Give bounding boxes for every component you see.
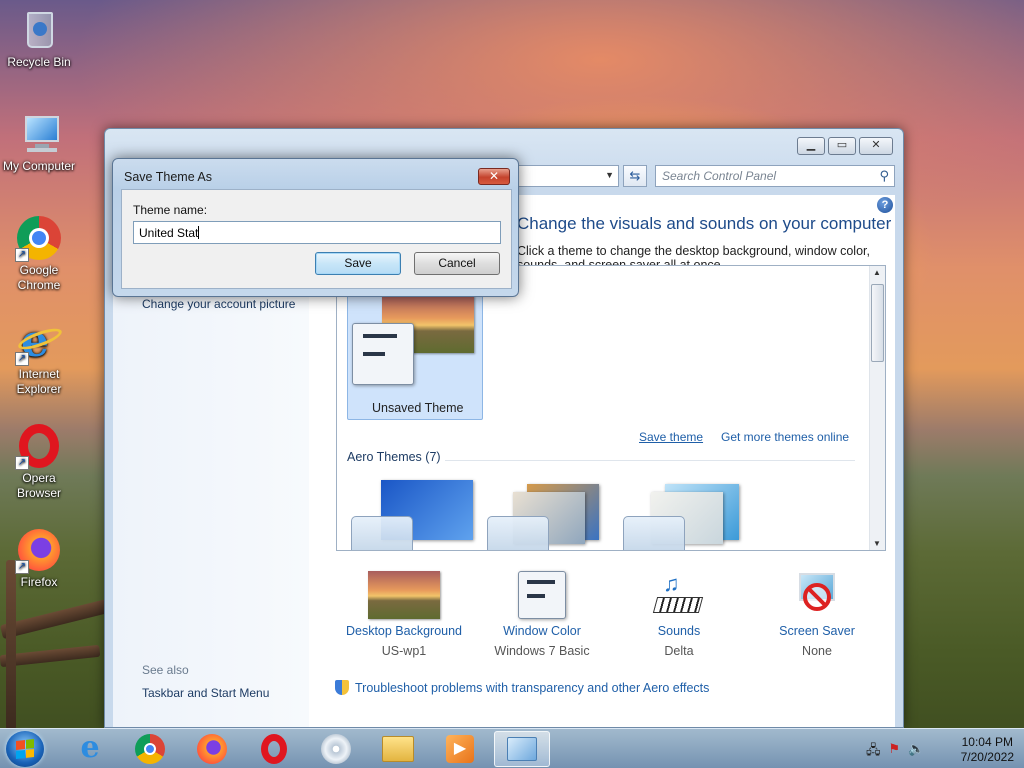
group-divider bbox=[445, 460, 855, 461]
theme-name-label: Theme name: bbox=[133, 203, 208, 217]
taskbar-media-center[interactable] bbox=[308, 731, 364, 767]
sounds-setting[interactable]: ♫ Sounds Delta bbox=[609, 571, 749, 658]
taskbar-media-player[interactable]: ▶ bbox=[432, 731, 488, 767]
opera-icon: ↗ bbox=[15, 424, 61, 470]
left-link-taskbar-start-menu[interactable]: Taskbar and Start Menu bbox=[142, 686, 269, 700]
close-icon: ✕ bbox=[488, 169, 500, 183]
taskbar-chrome[interactable] bbox=[122, 731, 178, 767]
clock[interactable]: 10:04 PM 7/20/2022 bbox=[961, 735, 1014, 765]
scroll-up-icon[interactable]: ▲ bbox=[873, 268, 881, 277]
taskbar-ie[interactable]: e bbox=[62, 731, 118, 767]
ie-icon: e ↗ bbox=[15, 320, 65, 366]
left-link-change-account-picture[interactable]: Change your account picture bbox=[142, 297, 295, 311]
system-tray: 🖧 ⚑ 🔈 bbox=[866, 741, 924, 763]
save-theme-link[interactable]: Save theme bbox=[639, 430, 703, 444]
computer-icon bbox=[17, 112, 61, 156]
window-glass-thumbnail bbox=[351, 516, 413, 550]
theme-name-input[interactable]: United Stat bbox=[133, 221, 501, 244]
fence-decoration bbox=[0, 598, 111, 640]
desktop-background-setting[interactable]: Desktop Background US-wp1 bbox=[334, 571, 474, 658]
taskbar-explorer[interactable] bbox=[370, 731, 426, 767]
theme-tile-characters[interactable] bbox=[623, 480, 753, 550]
desktop-icon-my-computer[interactable]: My Computer bbox=[0, 112, 78, 174]
chevron-down-icon[interactable]: ▼ bbox=[605, 170, 614, 180]
minimize-button[interactable]: ▁ bbox=[797, 137, 825, 155]
shortcut-arrow-icon: ↗ bbox=[15, 352, 29, 366]
taskbar-firefox[interactable] bbox=[184, 731, 240, 767]
theme-tile-unsaved[interactable]: Unsaved Theme bbox=[347, 284, 483, 420]
media-player-icon: ▶ bbox=[446, 735, 474, 763]
firefox-icon bbox=[197, 734, 227, 764]
window-glass-thumbnail bbox=[623, 516, 685, 550]
desktop-icon-google-chrome[interactable]: ↗ Google Chrome bbox=[0, 216, 78, 293]
help-icon[interactable]: ? bbox=[877, 197, 893, 213]
taskbar-control-panel[interactable] bbox=[494, 731, 550, 767]
desktop-background-icon bbox=[368, 571, 440, 619]
scroll-down-icon[interactable]: ▼ bbox=[873, 539, 881, 548]
folder-icon bbox=[382, 736, 414, 762]
action-center-flag-icon[interactable]: ⚑ bbox=[889, 741, 901, 763]
address-bar[interactable]: ▼ bbox=[515, 165, 619, 187]
desktop-icon-firefox[interactable]: ↗ Firefox bbox=[0, 528, 78, 590]
theme-tile-architecture[interactable] bbox=[487, 480, 617, 550]
window-color-setting[interactable]: Window Color Windows 7 Basic bbox=[472, 571, 612, 658]
theme-tile-windows7[interactable] bbox=[351, 480, 481, 550]
desktop-icon-opera[interactable]: ↗ Opera Browser bbox=[0, 424, 78, 501]
window-glass-thumbnail bbox=[487, 516, 549, 550]
close-button[interactable]: ✕ bbox=[859, 137, 893, 155]
opera-icon bbox=[261, 734, 287, 764]
shortcut-arrow-icon: ↗ bbox=[15, 456, 29, 470]
taskbar-opera[interactable] bbox=[246, 731, 302, 767]
window-color-thumbnail bbox=[352, 323, 414, 385]
chrome-icon bbox=[135, 734, 165, 764]
ie-icon: e bbox=[80, 730, 100, 765]
firefox-icon: ↗ bbox=[15, 528, 61, 574]
volume-icon[interactable]: 🔈 bbox=[908, 741, 924, 763]
themes-scrollbar[interactable]: ▲ ▼ bbox=[869, 266, 885, 550]
taskbar: e ▶ 🖧 ⚑ 🔈 10:04 PM 7/20/2022 bbox=[0, 728, 1024, 768]
window-color-icon bbox=[518, 571, 566, 619]
get-more-themes-link[interactable]: Get more themes online bbox=[721, 430, 849, 444]
shortcut-arrow-icon: ↗ bbox=[15, 248, 29, 262]
start-button[interactable] bbox=[6, 731, 44, 767]
caption-buttons: ▁ ▭ ✕ bbox=[797, 137, 893, 155]
shield-icon bbox=[335, 680, 349, 695]
media-disc-icon bbox=[321, 734, 351, 764]
themes-list: Unsaved Theme Save theme Get more themes… bbox=[336, 265, 886, 551]
screen-saver-setting[interactable]: Screen Saver None bbox=[747, 571, 887, 658]
dialog-title: Save Theme As bbox=[124, 170, 213, 184]
refresh-icon: ⇆ bbox=[629, 168, 641, 183]
maximize-button[interactable]: ▭ bbox=[828, 137, 856, 155]
see-also-label: See also bbox=[142, 663, 189, 677]
dialog-body: Theme name: United Stat Save Cancel bbox=[121, 189, 512, 289]
windows-logo-icon bbox=[16, 739, 34, 759]
scrollbar-thumb[interactable] bbox=[871, 284, 884, 362]
cancel-button[interactable]: Cancel bbox=[414, 252, 500, 275]
control-panel-icon bbox=[507, 737, 537, 761]
dialog-close-button[interactable]: ✕ bbox=[478, 168, 510, 185]
search-icon[interactable]: ⚲ bbox=[879, 168, 889, 184]
desktop-icon-recycle-bin[interactable]: Recycle Bin bbox=[0, 8, 78, 70]
refresh-button[interactable]: ⇆ bbox=[623, 165, 647, 187]
save-button[interactable]: Save bbox=[315, 252, 401, 275]
search-input[interactable]: Search Control Panel ⚲ bbox=[655, 165, 895, 187]
screen-saver-icon bbox=[793, 571, 841, 619]
save-theme-dialog: Save Theme As ✕ Theme name: United Stat … bbox=[112, 158, 519, 297]
sounds-icon: ♫ bbox=[652, 571, 705, 619]
troubleshoot-link[interactable]: Troubleshoot problems with transparency … bbox=[335, 680, 709, 695]
recycle-bin-icon bbox=[17, 8, 61, 52]
chrome-icon: ↗ bbox=[15, 216, 61, 262]
shortcut-arrow-icon: ↗ bbox=[15, 560, 29, 574]
text-caret bbox=[198, 226, 200, 239]
theme-label: Unsaved Theme bbox=[372, 401, 464, 415]
aero-themes-group-label: Aero Themes (7) bbox=[347, 450, 441, 464]
page-title: Change the visuals and sounds on your co… bbox=[517, 214, 892, 233]
network-icon[interactable]: 🖧 bbox=[866, 741, 881, 763]
desktop-icon-internet-explorer[interactable]: e ↗ Internet Explorer bbox=[0, 320, 78, 397]
